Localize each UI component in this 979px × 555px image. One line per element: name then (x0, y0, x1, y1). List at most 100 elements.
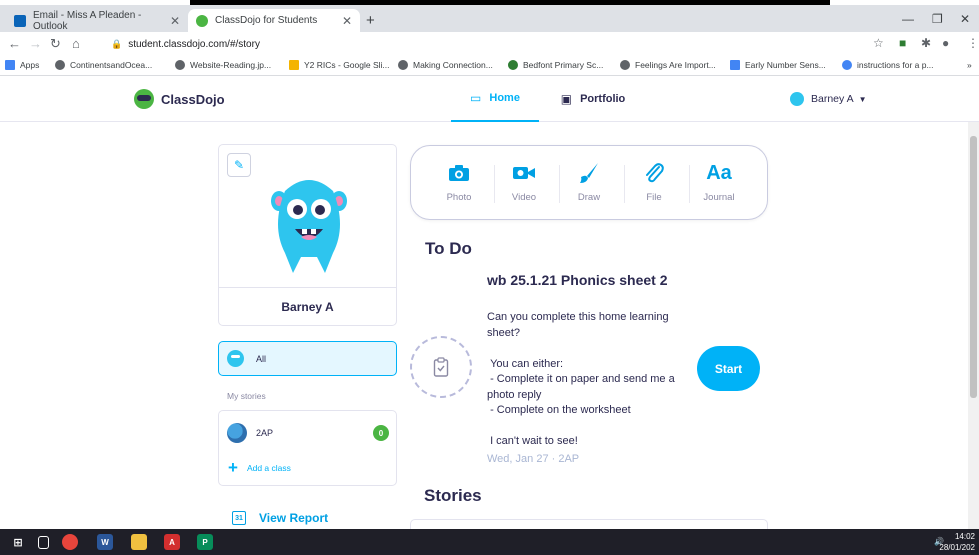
bookmark-item[interactable]: Feelings Are Import... (620, 60, 716, 70)
task-title[interactable]: wb 25.1.21 Phonics sheet 2 (487, 270, 687, 291)
student-name: Barney A (281, 299, 334, 314)
compose-journal[interactable]: Aa Journal (691, 161, 747, 204)
edit-avatar-button[interactable]: ✎ (227, 153, 251, 177)
minimize-button[interactable]: — (902, 12, 914, 26)
start-button[interactable]: Start (697, 346, 760, 391)
restore-button[interactable]: ❐ (932, 12, 943, 26)
filter-all[interactable]: All (218, 341, 397, 376)
scrollbar-thumb[interactable] (970, 136, 977, 398)
extension-icon[interactable]: ■ (899, 36, 906, 50)
bookmark-item[interactable]: Website-Reading.jp... (175, 60, 271, 70)
close-icon[interactable]: ✕ (170, 14, 180, 28)
tab-outlook[interactable]: Email - Miss A Pleaden - Outlook ✕ (6, 9, 188, 32)
bookmark-item[interactable]: Making Connection... (398, 60, 493, 70)
compose-photo[interactable]: Photo (431, 162, 487, 203)
back-button[interactable]: ← (8, 36, 21, 51)
my-stories-heading: My stories (227, 391, 266, 401)
forward-button[interactable]: → (29, 36, 42, 51)
nav-home[interactable]: ▭ Home (451, 76, 539, 122)
classes-card: 2AP 0 + Add a class (218, 410, 397, 486)
close-icon[interactable]: ✕ (342, 14, 352, 28)
profile-icon[interactable]: ● (942, 36, 949, 50)
url-text: student.classdojo.com/#/story (128, 38, 260, 50)
compose-draw[interactable]: Draw (561, 162, 617, 203)
reload-button[interactable]: ↻ (50, 36, 61, 52)
classdojo-icon (196, 14, 208, 27)
bookmark-label: ContinentsandOcea... (70, 60, 153, 70)
tab-classdojo[interactable]: ClassDojo for Students ✕ (188, 9, 360, 32)
new-tab-button[interactable]: + (366, 12, 375, 29)
slides-icon (289, 60, 299, 70)
close-window-button[interactable]: ✕ (960, 12, 970, 26)
tab-title: ClassDojo for Students (215, 15, 318, 26)
windows-start-icon[interactable]: ⊞ (10, 534, 26, 550)
bookmark-label: Apps (20, 60, 40, 70)
globe-icon (227, 423, 247, 443)
chevron-down-icon: ▼ (858, 94, 867, 104)
paintbrush-icon (578, 162, 600, 184)
pencil-icon: ✎ (233, 158, 245, 172)
view-report-button[interactable]: 31 View Report (232, 511, 328, 525)
journal-icon: Aa (706, 161, 732, 184)
bookmark-label: Y2 RICs - Google Sli... (304, 60, 390, 70)
home-story-icon: ▭ (470, 91, 482, 105)
divider (494, 165, 495, 203)
file-explorer-icon[interactable] (131, 534, 147, 550)
compose-video[interactable]: Video (496, 162, 552, 203)
word-icon[interactable]: W (97, 534, 113, 550)
post-composer: Photo Video Draw File Aa Journal (410, 145, 768, 220)
plus-icon: + (228, 458, 238, 477)
bookmark-label: Early Number Sens... (745, 60, 826, 70)
publisher-icon[interactable]: P (197, 534, 213, 550)
bookmark-item[interactable]: Y2 RICs - Google Sli... (289, 60, 390, 70)
bookmark-label: Feelings Are Import... (635, 60, 716, 70)
tab-strip: Email - Miss A Pleaden - Outlook ✕ Class… (0, 5, 979, 32)
clock-date: 28/01/202 (939, 543, 975, 552)
divider (559, 165, 560, 203)
add-class-button[interactable]: + Add a class (228, 459, 291, 476)
more-bookmarks-icon[interactable]: » (967, 60, 972, 70)
apps-icon (5, 60, 15, 70)
star-icon[interactable]: ☆ (873, 36, 884, 50)
compose-photo-label: Photo (446, 192, 472, 203)
monster-icon (227, 350, 244, 367)
bookmark-label: instructions for a p... (857, 60, 934, 70)
clipboard-icon: ▣ (560, 92, 573, 106)
task-clipboard-icon (410, 336, 472, 398)
url-input[interactable]: 🔒 student.classdojo.com/#/story (111, 34, 891, 54)
bookmark-item[interactable]: instructions for a p... (842, 60, 934, 70)
clock-time: 14:02 (954, 532, 975, 541)
profile-name: Barney A (219, 287, 396, 325)
video-camera-icon (512, 162, 536, 184)
bookmark-apps[interactable]: Apps (5, 60, 39, 70)
user-menu[interactable]: Barney A ▼ (790, 92, 867, 106)
bookmark-label: Making Connection... (413, 60, 493, 70)
brand-name: ClassDojo (161, 91, 225, 107)
view-report-label: View Report (259, 511, 329, 525)
bookmark-item[interactable]: Early Number Sens... (730, 60, 826, 70)
todo-heading: To Do (425, 239, 472, 258)
compose-file-label: File (646, 192, 662, 203)
bookmark-item[interactable]: Bedfont Primary Sc... (508, 60, 603, 70)
acrobat-icon[interactable]: A (164, 534, 180, 550)
compose-file[interactable]: File (626, 162, 682, 203)
bookmark-label: Website-Reading.jp... (190, 60, 272, 70)
nav-portfolio[interactable]: ▣ Portfolio (553, 76, 633, 122)
task-meta: Wed, Jan 27 · 2AP (487, 453, 580, 465)
add-class-label: Add a class (246, 462, 291, 473)
system-clock[interactable]: 14:02 28/01/202 (939, 531, 975, 553)
bookmark-item[interactable]: ContinentsandOcea... (55, 60, 152, 70)
bookmark-label: Bedfont Primary Sc... (523, 60, 604, 70)
document-icon (730, 60, 740, 70)
chrome-icon[interactable] (62, 534, 78, 550)
task-view-icon[interactable] (38, 536, 49, 549)
classdojo-logo[interactable]: ClassDojo (134, 89, 225, 109)
page-scrollbar[interactable] (968, 122, 979, 529)
logo-icon (134, 89, 154, 109)
class-name: 2AP (256, 428, 274, 438)
home-icon[interactable]: ⌂ (72, 36, 80, 51)
puzzle-icon[interactable]: ✱ (921, 36, 931, 50)
avatar (790, 92, 804, 106)
class-item-2ap[interactable]: 2AP 0 (227, 422, 389, 444)
menu-icon[interactable]: ⋮ (967, 36, 979, 50)
